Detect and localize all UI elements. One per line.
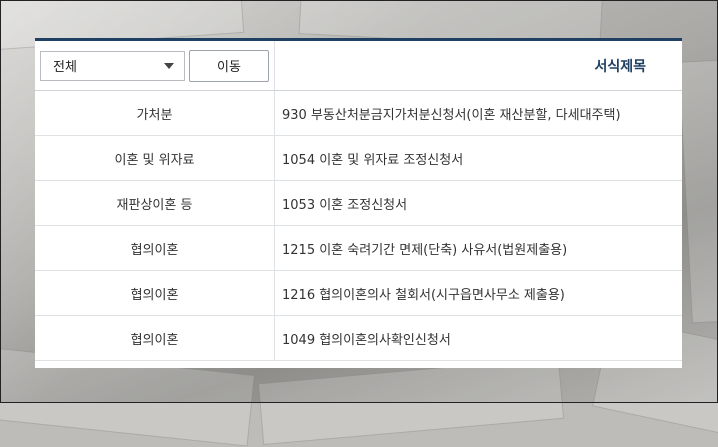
form-title-link[interactable]: 1049 협의이혼의사확인신청서: [275, 316, 682, 360]
background-tile: [678, 58, 718, 324]
form-title-link[interactable]: 1215 이혼 숙려기간 면제(단축) 사유서(법원제출용): [275, 226, 682, 270]
row-category: 협의이혼: [35, 271, 275, 315]
table-row: 가처분 930 부동산처분금지가처분신청서(이혼 재산분할, 다세대주택): [35, 91, 682, 136]
table-row: 협의이혼 1216 협의이혼의사 철회서(시구읍면사무소 제출용): [35, 271, 682, 316]
form-title-link[interactable]: 1054 이혼 및 위자료 조정신청서: [275, 136, 682, 180]
row-category: 협의이혼: [35, 226, 275, 270]
category-select[interactable]: 전체: [40, 50, 185, 81]
column-header-title: 서식제목: [594, 58, 646, 75]
move-button[interactable]: 이동: [189, 49, 269, 82]
chevron-down-icon: [164, 62, 174, 69]
row-category: 가처분: [35, 91, 275, 135]
form-title-link[interactable]: 930 부동산처분금지가처분신청서(이혼 재산분할, 다세대주택): [275, 91, 682, 135]
form-title-link[interactable]: 1053 이혼 조정신청서: [275, 181, 682, 225]
background-tile: [257, 356, 565, 446]
table-row: 협의이혼 1215 이혼 숙려기간 면제(단축) 사유서(법원제출용): [35, 226, 682, 271]
table-row: 협의이혼 1049 협의이혼의사확인신청서: [35, 316, 682, 361]
row-category: 재판상이혼 등: [35, 181, 275, 225]
form-list: 가처분 930 부동산처분금지가처분신청서(이혼 재산분할, 다세대주택) 이혼 및…: [35, 91, 682, 361]
table-row: 재판상이혼 등 1053 이혼 조정신청서: [35, 181, 682, 226]
list-header: 전체 이동 서식제목: [35, 41, 682, 91]
form-title-link[interactable]: 1216 협의이혼의사 철회서(시구읍면사무소 제출용): [275, 271, 682, 315]
filter-bar: 전체 이동: [35, 41, 275, 90]
form-list-panel: 전체 이동 서식제목 가처분 930 부동산처분금지가처분신청서(이혼 재산분할,…: [35, 38, 682, 368]
category-select-value: 전체: [53, 60, 77, 75]
table-row: 이혼 및 위자료 1054 이혼 및 위자료 조정신청서: [35, 136, 682, 181]
row-category: 이혼 및 위자료: [35, 136, 275, 180]
row-category: 협의이혼: [35, 316, 275, 360]
